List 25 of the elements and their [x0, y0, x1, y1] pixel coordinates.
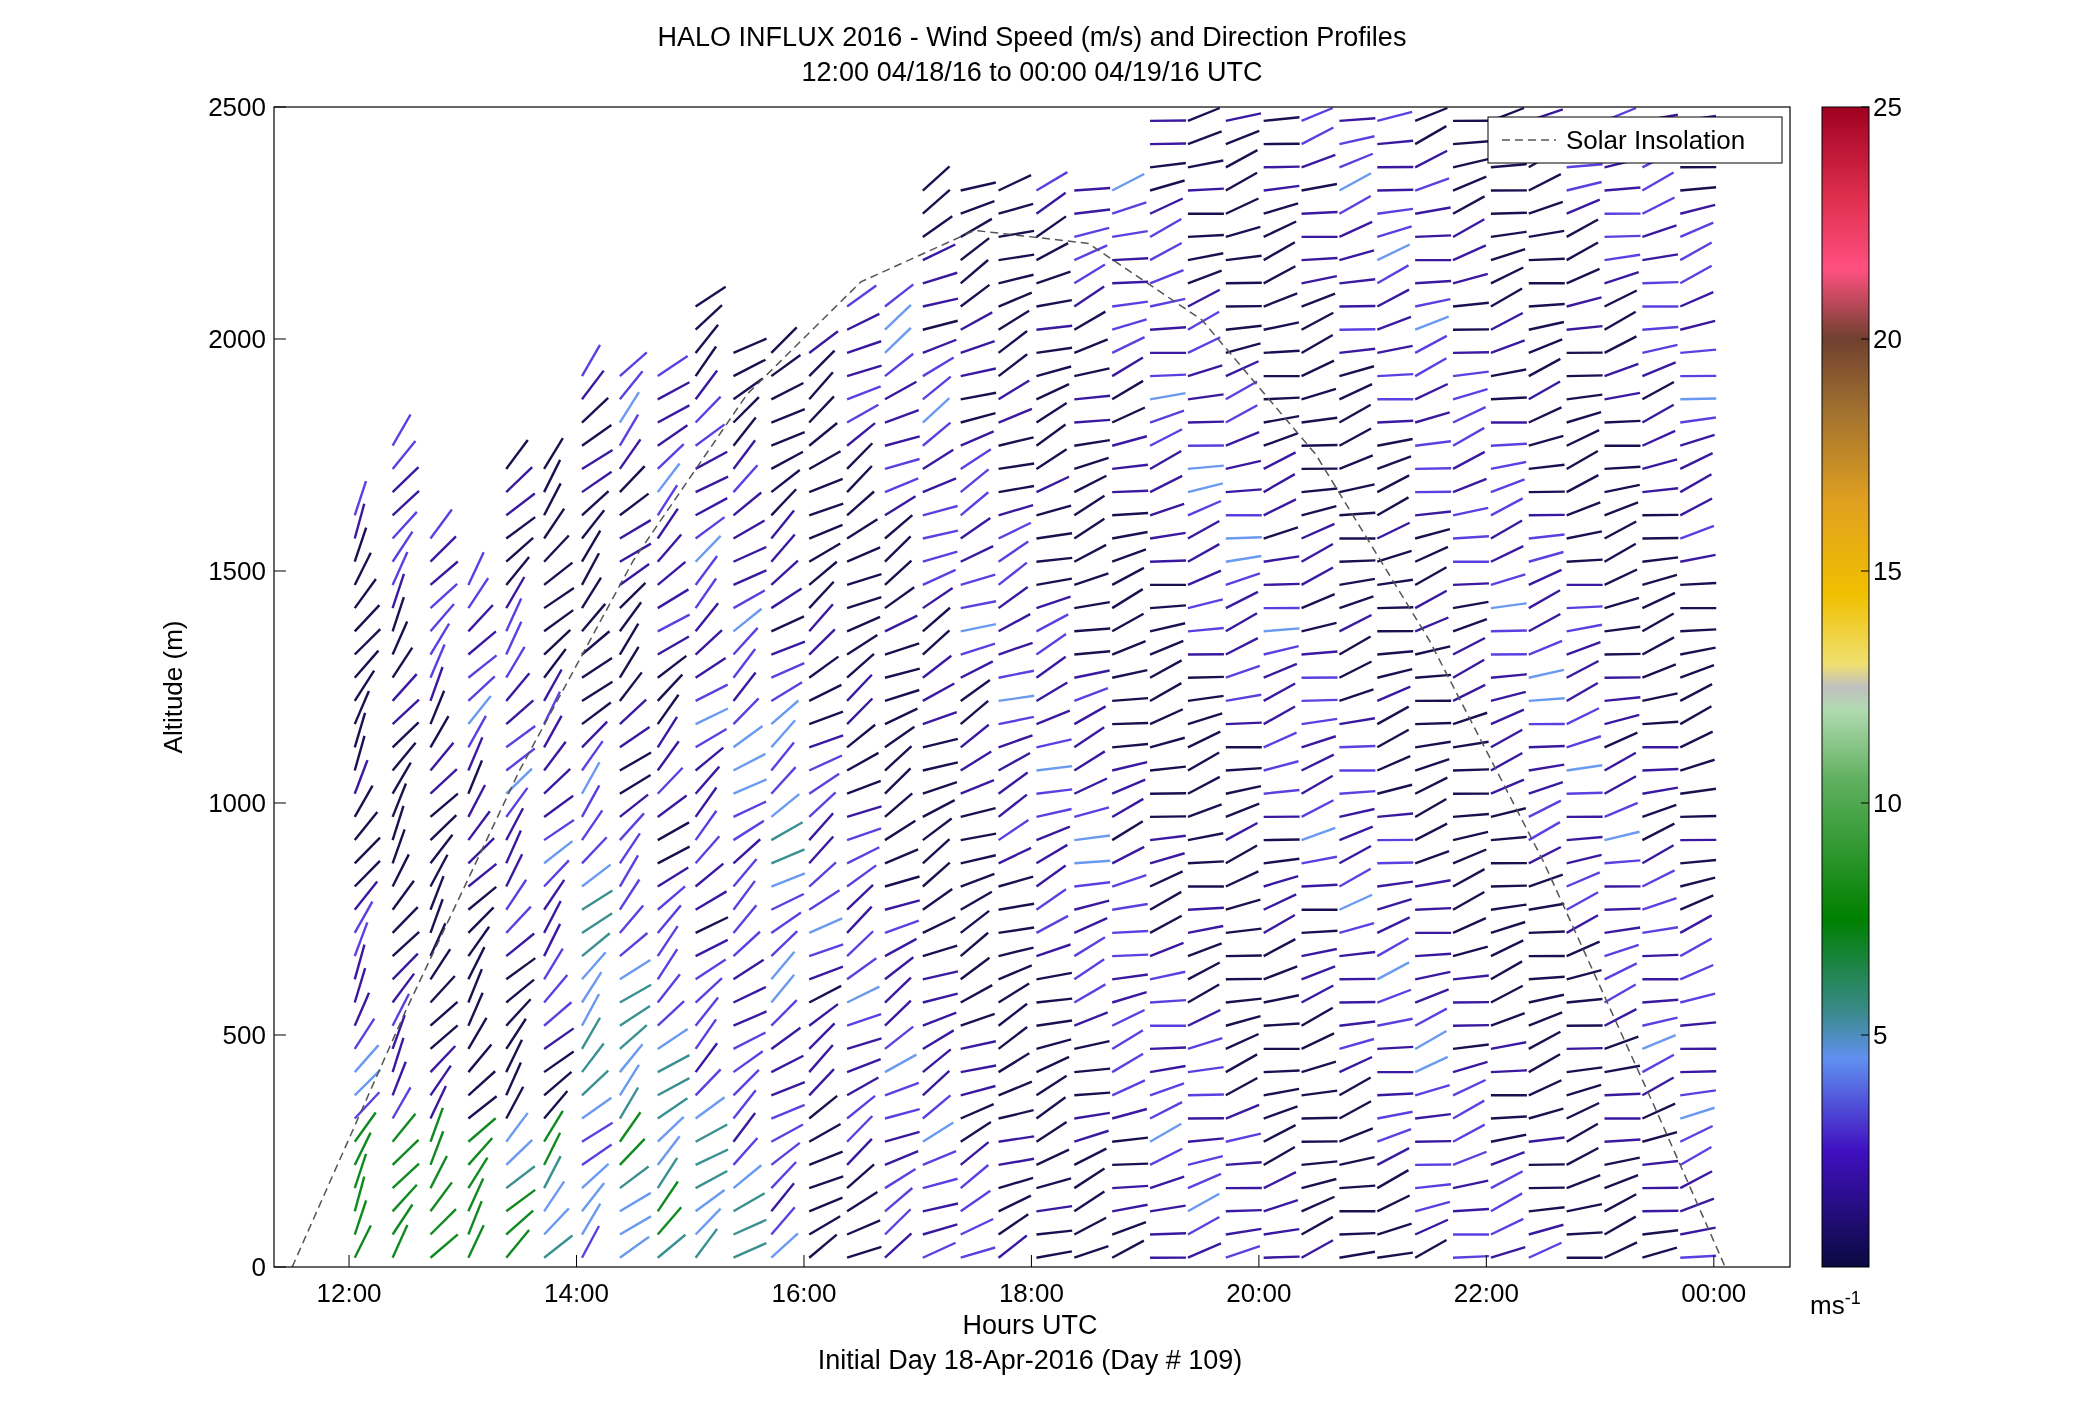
chart-subtitle: Initial Day 18-Apr-2016 (Day # 109) [817, 1345, 1243, 1375]
x-axis-label: Hours UTC [962, 1310, 1098, 1340]
x-tick-label: 12:00 [316, 1278, 382, 1308]
colorbar-tick-label: 25 [1873, 92, 1902, 122]
chart-title: 12:00 04/18/16 to 00:00 04/19/16 UTC [801, 57, 1263, 87]
x-tick-label: 14:00 [544, 1278, 610, 1308]
colorbar-tick-label: 10 [1873, 788, 1902, 818]
colorbar-tick-label: 5 [1873, 1020, 1888, 1050]
y-axis-label: Altitude (m) [158, 620, 188, 754]
x-tick-label: 20:00 [1226, 1278, 1292, 1308]
colorbar-tick-label: 15 [1873, 556, 1902, 586]
chart-title: HALO INFLUX 2016 - Wind Speed (m/s) and Direction Profiles [657, 22, 1407, 52]
colorbar-tick-label: 20 [1873, 324, 1902, 354]
legend-label: Solar Insolation [1566, 125, 1746, 155]
x-tick-label: 18:00 [998, 1278, 1064, 1308]
y-tick-label: 1000 [208, 788, 266, 818]
y-tick-label: 2000 [208, 324, 266, 354]
x-tick-label: 22:00 [1453, 1278, 1519, 1308]
y-tick-label: 2500 [208, 92, 266, 122]
x-tick-label: 16:00 [771, 1278, 837, 1308]
y-tick-label: 500 [222, 1020, 266, 1050]
x-tick-label: 00:00 [1681, 1278, 1747, 1308]
y-tick-label: 0 [251, 1252, 266, 1282]
colorbar-unit: ms$^{-1}$ [1810, 1288, 1861, 1320]
y-tick-label: 1500 [208, 556, 266, 586]
